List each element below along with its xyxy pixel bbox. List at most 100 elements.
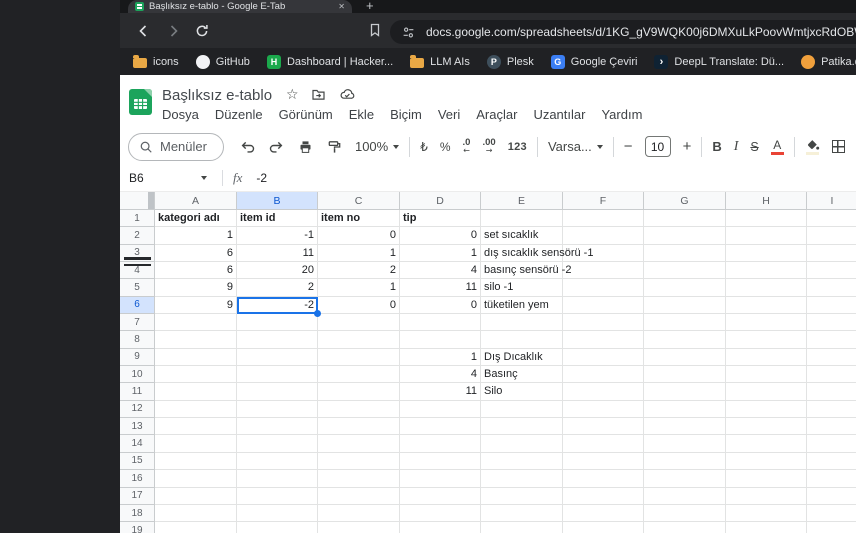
cell-I13[interactable] (807, 418, 856, 436)
cell-A3[interactable]: 6 (155, 244, 237, 263)
row-header-13[interactable]: 13 (120, 418, 155, 436)
row-header-16[interactable]: 16 (120, 470, 155, 488)
cell-A18[interactable] (155, 504, 237, 523)
cell-I17[interactable] (807, 488, 856, 505)
cell-A13[interactable] (155, 418, 237, 436)
row-header-11[interactable]: 11 (120, 383, 155, 401)
cell-G19[interactable] (644, 522, 726, 533)
bookmark-icons[interactable]: icons (133, 54, 179, 68)
name-box[interactable]: B6 (120, 171, 216, 185)
cell-B12[interactable] (237, 400, 318, 419)
cell-C4[interactable]: 2 (318, 262, 400, 280)
column-header-f[interactable]: F (563, 192, 644, 210)
increase-font-size-button[interactable]: + (677, 134, 698, 160)
cell-I10[interactable] (807, 366, 856, 384)
cell-A12[interactable] (155, 400, 237, 419)
bookmark-plesk[interactable]: P Plesk (486, 54, 534, 69)
cell-H14[interactable] (726, 435, 807, 453)
cell-G6[interactable] (644, 296, 726, 315)
cell-B10[interactable] (237, 366, 318, 384)
cell-D14[interactable] (400, 435, 481, 453)
cell-G2[interactable] (644, 227, 726, 245)
cell-C19[interactable] (318, 522, 400, 533)
cell-C16[interactable] (318, 470, 400, 488)
forward-icon[interactable] (165, 23, 181, 39)
cell-A6[interactable]: 9 (155, 296, 237, 315)
back-icon[interactable] (136, 23, 152, 39)
column-header-c[interactable]: C (318, 192, 400, 210)
menu-gorunum[interactable]: Görünüm (271, 105, 341, 124)
cell-D8[interactable] (400, 331, 481, 349)
cell-F18[interactable] (563, 504, 644, 523)
strikethrough-button[interactable]: S (744, 134, 764, 160)
column-header-e[interactable]: E (481, 192, 563, 210)
cell-D10[interactable]: 4 (400, 366, 481, 384)
cell-H6[interactable] (726, 296, 807, 315)
cell-H5[interactable] (726, 279, 807, 297)
cell-I3[interactable] (807, 245, 856, 263)
cell-C18[interactable] (318, 504, 400, 523)
cell-E8[interactable] (481, 331, 563, 349)
cell-G5[interactable] (644, 279, 726, 297)
cell-D11[interactable]: 11 (400, 383, 481, 401)
cell-I1[interactable] (807, 210, 856, 228)
cell-I2[interactable] (807, 227, 856, 245)
row-header-19[interactable]: 19 (120, 522, 155, 533)
star-icon[interactable]: ☆ (286, 86, 299, 102)
font-size-input[interactable]: 10 (644, 136, 671, 157)
cell-G8[interactable] (644, 331, 726, 349)
cell-H1[interactable] (726, 210, 807, 228)
cell-C6[interactable]: 0 (318, 296, 400, 315)
cell-I7[interactable] (807, 314, 856, 332)
cell-A5[interactable]: 9 (155, 279, 237, 297)
cell-C7[interactable] (318, 314, 400, 332)
cell-E18[interactable] (481, 504, 563, 523)
cell-E16[interactable] (481, 470, 563, 488)
cell-G17[interactable] (644, 487, 726, 505)
column-header-h[interactable]: H (726, 192, 807, 210)
cell-F7[interactable] (563, 314, 644, 332)
row-header-8[interactable]: 8 (120, 331, 155, 349)
cell-F8[interactable] (563, 331, 644, 349)
cell-E9[interactable]: Dış Dıcaklık (481, 348, 563, 367)
cell-F17[interactable] (563, 487, 644, 505)
menu-dosya[interactable]: Dosya (154, 105, 207, 124)
cell-B16[interactable] (237, 470, 318, 488)
cell-D3[interactable]: 1 (400, 244, 481, 263)
row-header-14[interactable]: 14 (120, 435, 155, 453)
cell-I18[interactable] (807, 505, 856, 523)
cell-F4[interactable] (563, 262, 644, 280)
cell-H16[interactable] (726, 470, 807, 488)
menu-uzantilar[interactable]: Uzantılar (525, 105, 593, 124)
cell-D9[interactable]: 1 (400, 348, 481, 367)
row-resize-indicator[interactable] (124, 257, 151, 260)
cell-B11[interactable] (237, 383, 318, 401)
number-format-button[interactable]: 123 (502, 134, 533, 160)
cell-A10[interactable] (155, 366, 237, 384)
cell-C9[interactable] (318, 348, 400, 367)
cell-D6[interactable]: 0 (400, 296, 481, 315)
text-color-button[interactable]: A (765, 134, 790, 160)
bookmark-deepl-translate-du[interactable]: › DeepL Translate: Dü... (654, 54, 784, 69)
row-header-2[interactable]: 2 (120, 227, 155, 245)
row-header-18[interactable]: 18 (120, 504, 155, 523)
cell-A4[interactable]: 6 (155, 262, 237, 280)
saved-cloud-icon[interactable] (338, 86, 356, 102)
cell-A14[interactable] (155, 435, 237, 453)
cell-G16[interactable] (644, 470, 726, 488)
menu-bicim[interactable]: Biçim (382, 105, 430, 124)
document-title[interactable]: Başlıksız e-tablo (162, 87, 272, 104)
cell-I8[interactable] (807, 331, 856, 349)
cell-B5[interactable]: 2 (237, 279, 318, 297)
column-header-g[interactable]: G (644, 192, 726, 210)
cell-F13[interactable] (563, 418, 644, 436)
cell-H15[interactable] (726, 452, 807, 471)
cell-F15[interactable] (563, 452, 644, 471)
cell-H18[interactable] (726, 504, 807, 523)
cell-E15[interactable] (481, 452, 563, 471)
cell-C15[interactable] (318, 452, 400, 471)
font-select[interactable]: Varsa... (542, 134, 609, 160)
cell-C2[interactable]: 0 (318, 227, 400, 245)
cell-B1[interactable]: item id (237, 210, 318, 228)
row-header-7[interactable]: 7 (120, 314, 155, 332)
